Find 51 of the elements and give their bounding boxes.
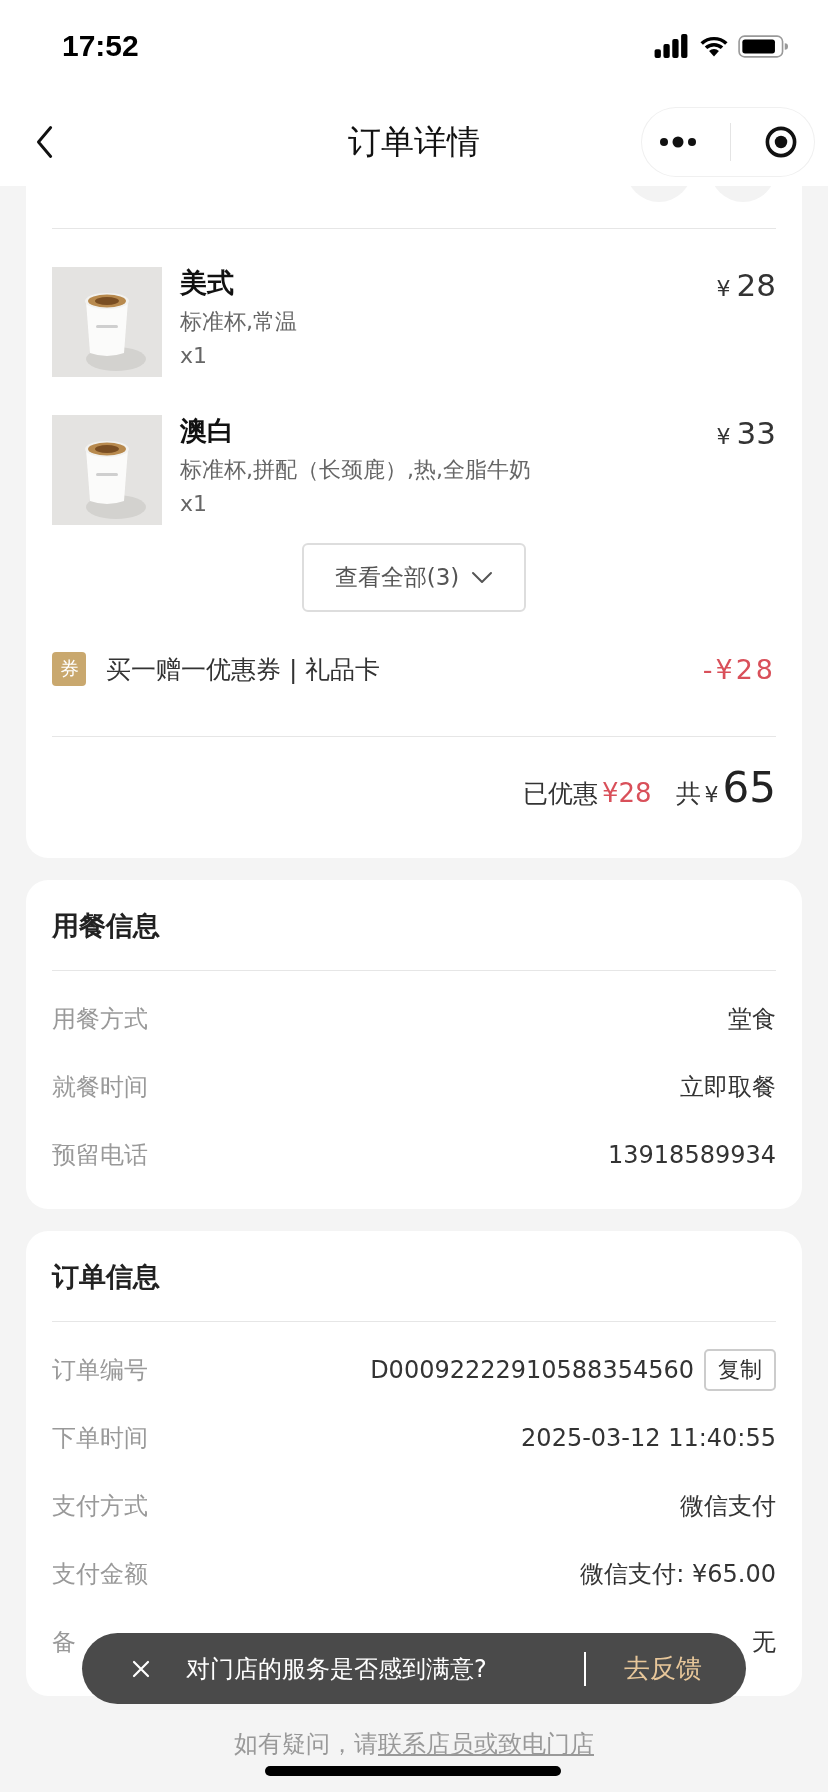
field-label: 用餐方式 bbox=[52, 1004, 148, 1035]
field-label: 支付方式 bbox=[52, 1491, 148, 1522]
close-mini-program-icon[interactable] bbox=[763, 125, 798, 159]
signal-icon bbox=[652, 34, 690, 58]
field-value: 微信支付: ¥65.00 bbox=[580, 1559, 776, 1590]
more-icon[interactable] bbox=[658, 134, 697, 150]
status-time: 17:52 bbox=[62, 29, 139, 63]
field-label: 下单时间 bbox=[52, 1423, 148, 1454]
field-label: 就餐时间 bbox=[52, 1072, 148, 1103]
coupon-badge: 券 bbox=[52, 652, 86, 686]
field-value: 2025-03-12 11:40:55 bbox=[521, 1424, 776, 1452]
copy-button[interactable]: 复制 bbox=[704, 1349, 776, 1391]
item-price: 28 bbox=[736, 267, 776, 303]
field-label: 备 bbox=[52, 1627, 76, 1658]
field-label: 订单编号 bbox=[52, 1355, 148, 1386]
field-label: 预留电话 bbox=[52, 1140, 148, 1171]
item-quantity: x1 bbox=[180, 490, 209, 518]
currency-symbol: ¥ bbox=[704, 782, 719, 807]
item-options: 标准杯,拼配（长颈鹿）,热,全脂牛奶 bbox=[180, 453, 717, 487]
wifi-icon bbox=[698, 34, 730, 58]
field-value: 13918589934 bbox=[608, 1141, 776, 1169]
section-title: 用餐信息 bbox=[52, 909, 161, 943]
currency-symbol: ¥ bbox=[716, 424, 731, 449]
field-label: 支付金额 bbox=[52, 1559, 148, 1590]
field-value: D00092222910588354560 bbox=[370, 1356, 694, 1384]
item-options: 标准杯,常温 bbox=[180, 305, 717, 339]
view-all-button[interactable]: 查看全部(3) bbox=[302, 543, 526, 612]
page-title: 订单详情 bbox=[347, 120, 481, 163]
coupon-label: 买一赠一优惠券 | 礼品卡 bbox=[106, 653, 382, 686]
item-name: 澳白 bbox=[180, 414, 235, 448]
toast-message: 对门店的服务是否感到满意? bbox=[186, 1653, 487, 1685]
field-value: 立即取餐 bbox=[680, 1072, 776, 1103]
chevron-down-icon bbox=[471, 570, 494, 585]
currency-symbol: ¥ bbox=[716, 276, 731, 301]
section-title: 订单信息 bbox=[52, 1260, 161, 1294]
battery-icon bbox=[738, 34, 788, 58]
field-value: 堂食 bbox=[728, 1004, 776, 1035]
total-label: 共 bbox=[675, 778, 701, 810]
order-total: 65 bbox=[722, 763, 776, 812]
discount-total: ¥28 bbox=[601, 778, 652, 808]
field-value: 微信支付 bbox=[680, 1491, 776, 1522]
back-icon[interactable] bbox=[34, 124, 54, 160]
discount-label: 已优惠 bbox=[522, 778, 598, 810]
field-value: 无 bbox=[752, 1627, 776, 1658]
discount-amount: -¥28 bbox=[702, 653, 776, 685]
item-price: 33 bbox=[736, 415, 776, 451]
help-text: 如有疑问，请联系店员或致电门店 bbox=[234, 1729, 594, 1760]
close-icon[interactable] bbox=[132, 1659, 150, 1678]
feedback-button[interactable]: 去反馈 bbox=[624, 1651, 702, 1686]
item-quantity: x1 bbox=[180, 342, 209, 370]
item-name: 美式 bbox=[180, 266, 235, 300]
